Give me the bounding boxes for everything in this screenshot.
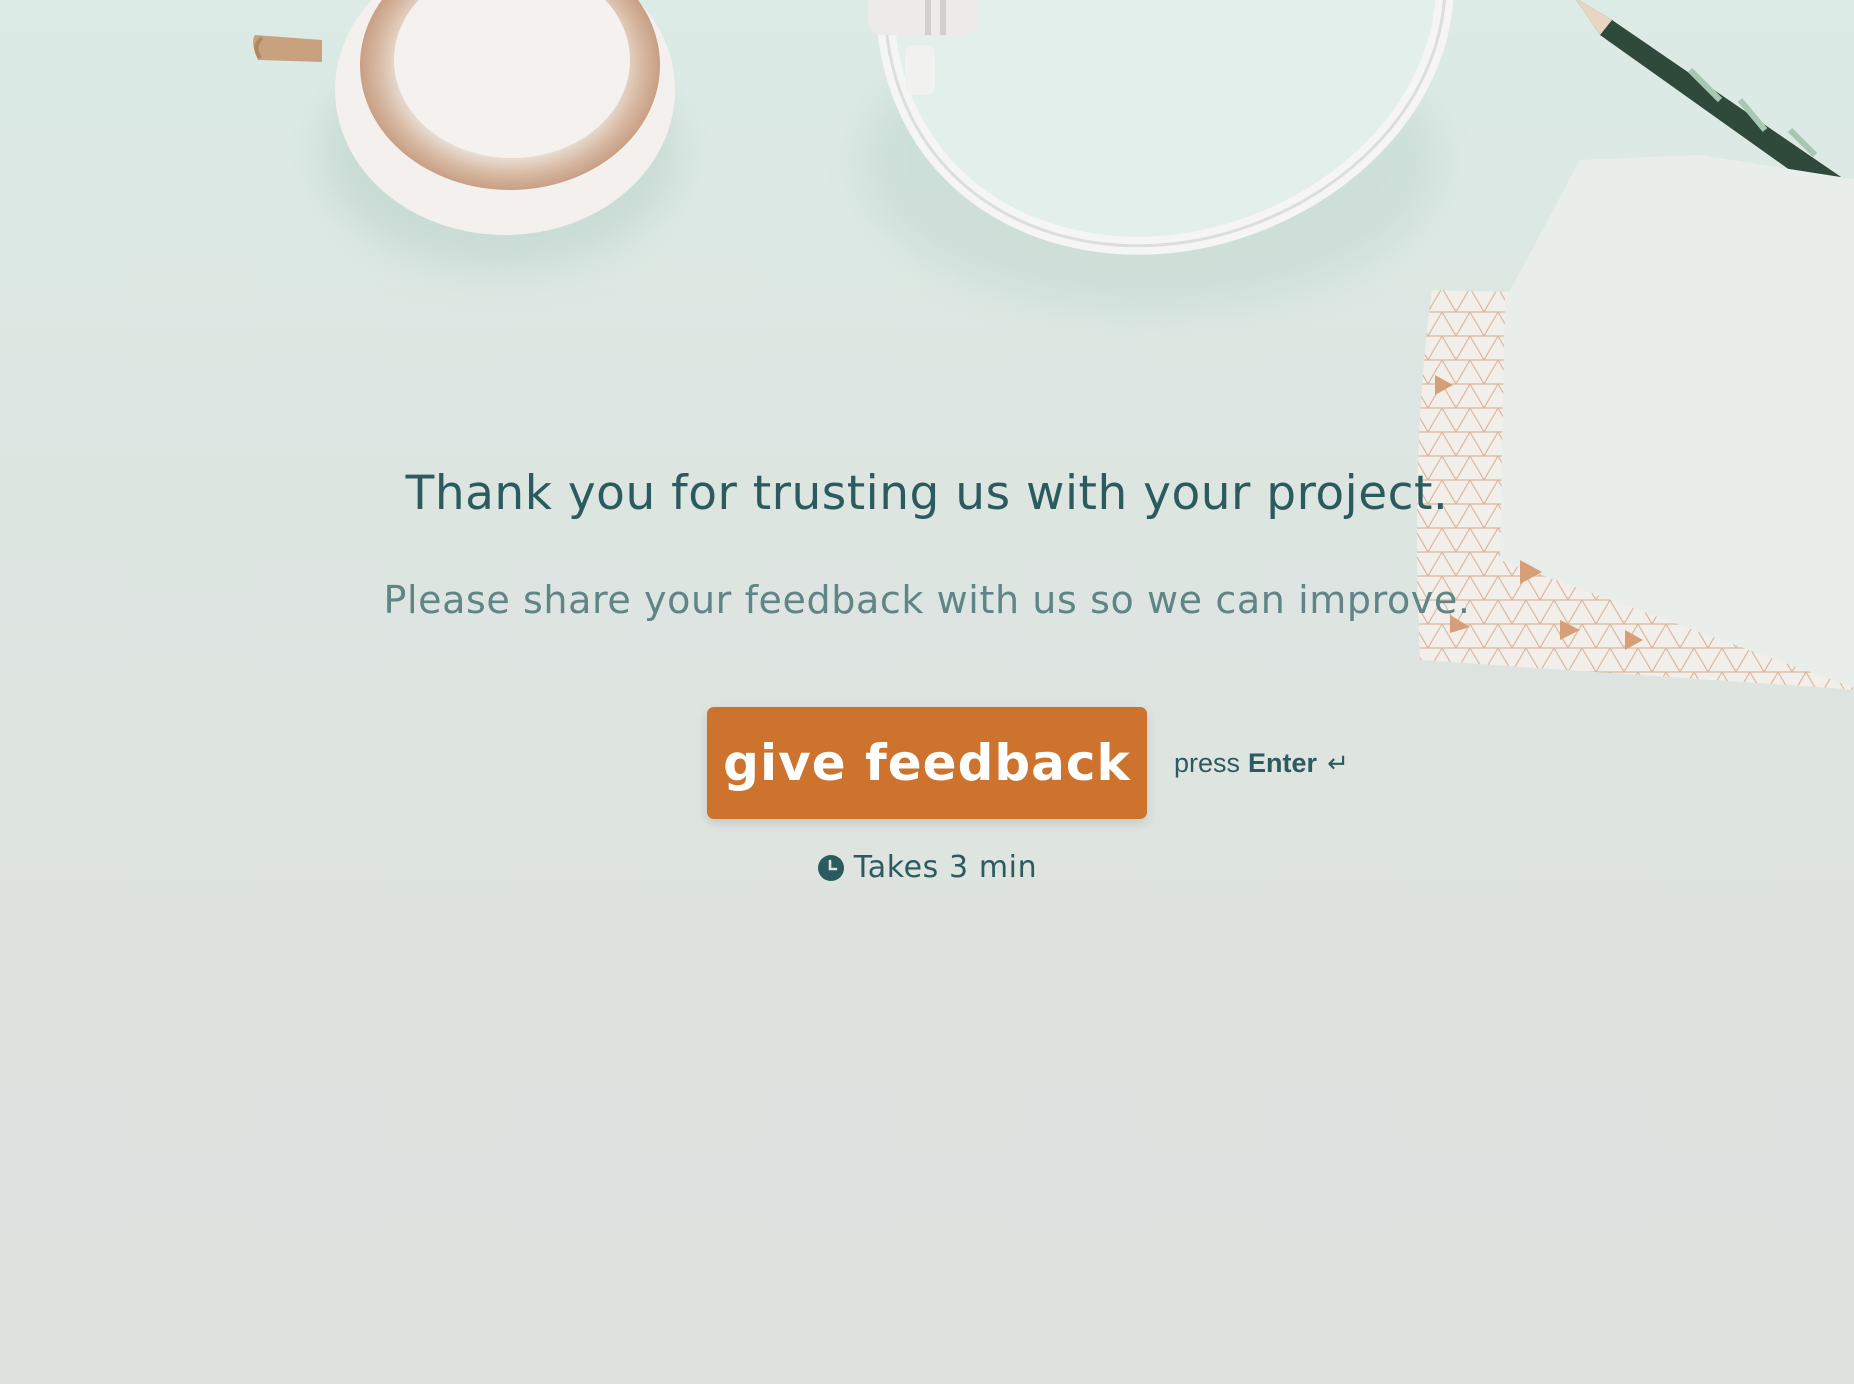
- time-estimate: Takes 3 min: [0, 850, 1854, 885]
- enter-key-label: Enter: [1248, 747, 1318, 778]
- give-feedback-button[interactable]: give feedback: [707, 707, 1147, 819]
- return-key-icon: ↵: [1327, 747, 1349, 778]
- time-estimate-label: Takes 3 min: [853, 850, 1038, 885]
- clock-icon: [817, 854, 844, 881]
- welcome-headline: Thank you for trusting us with your proj…: [405, 466, 1449, 521]
- press-enter-prefix: press: [1174, 747, 1241, 778]
- cta-row: give feedback press Enter ↵: [707, 707, 1349, 819]
- press-enter-hint: press Enter ↵: [1174, 748, 1349, 779]
- welcome-screen: Thank you for trusting us with your proj…: [0, 0, 1854, 1384]
- welcome-subline: Please share your feedback with us so we…: [383, 578, 1471, 622]
